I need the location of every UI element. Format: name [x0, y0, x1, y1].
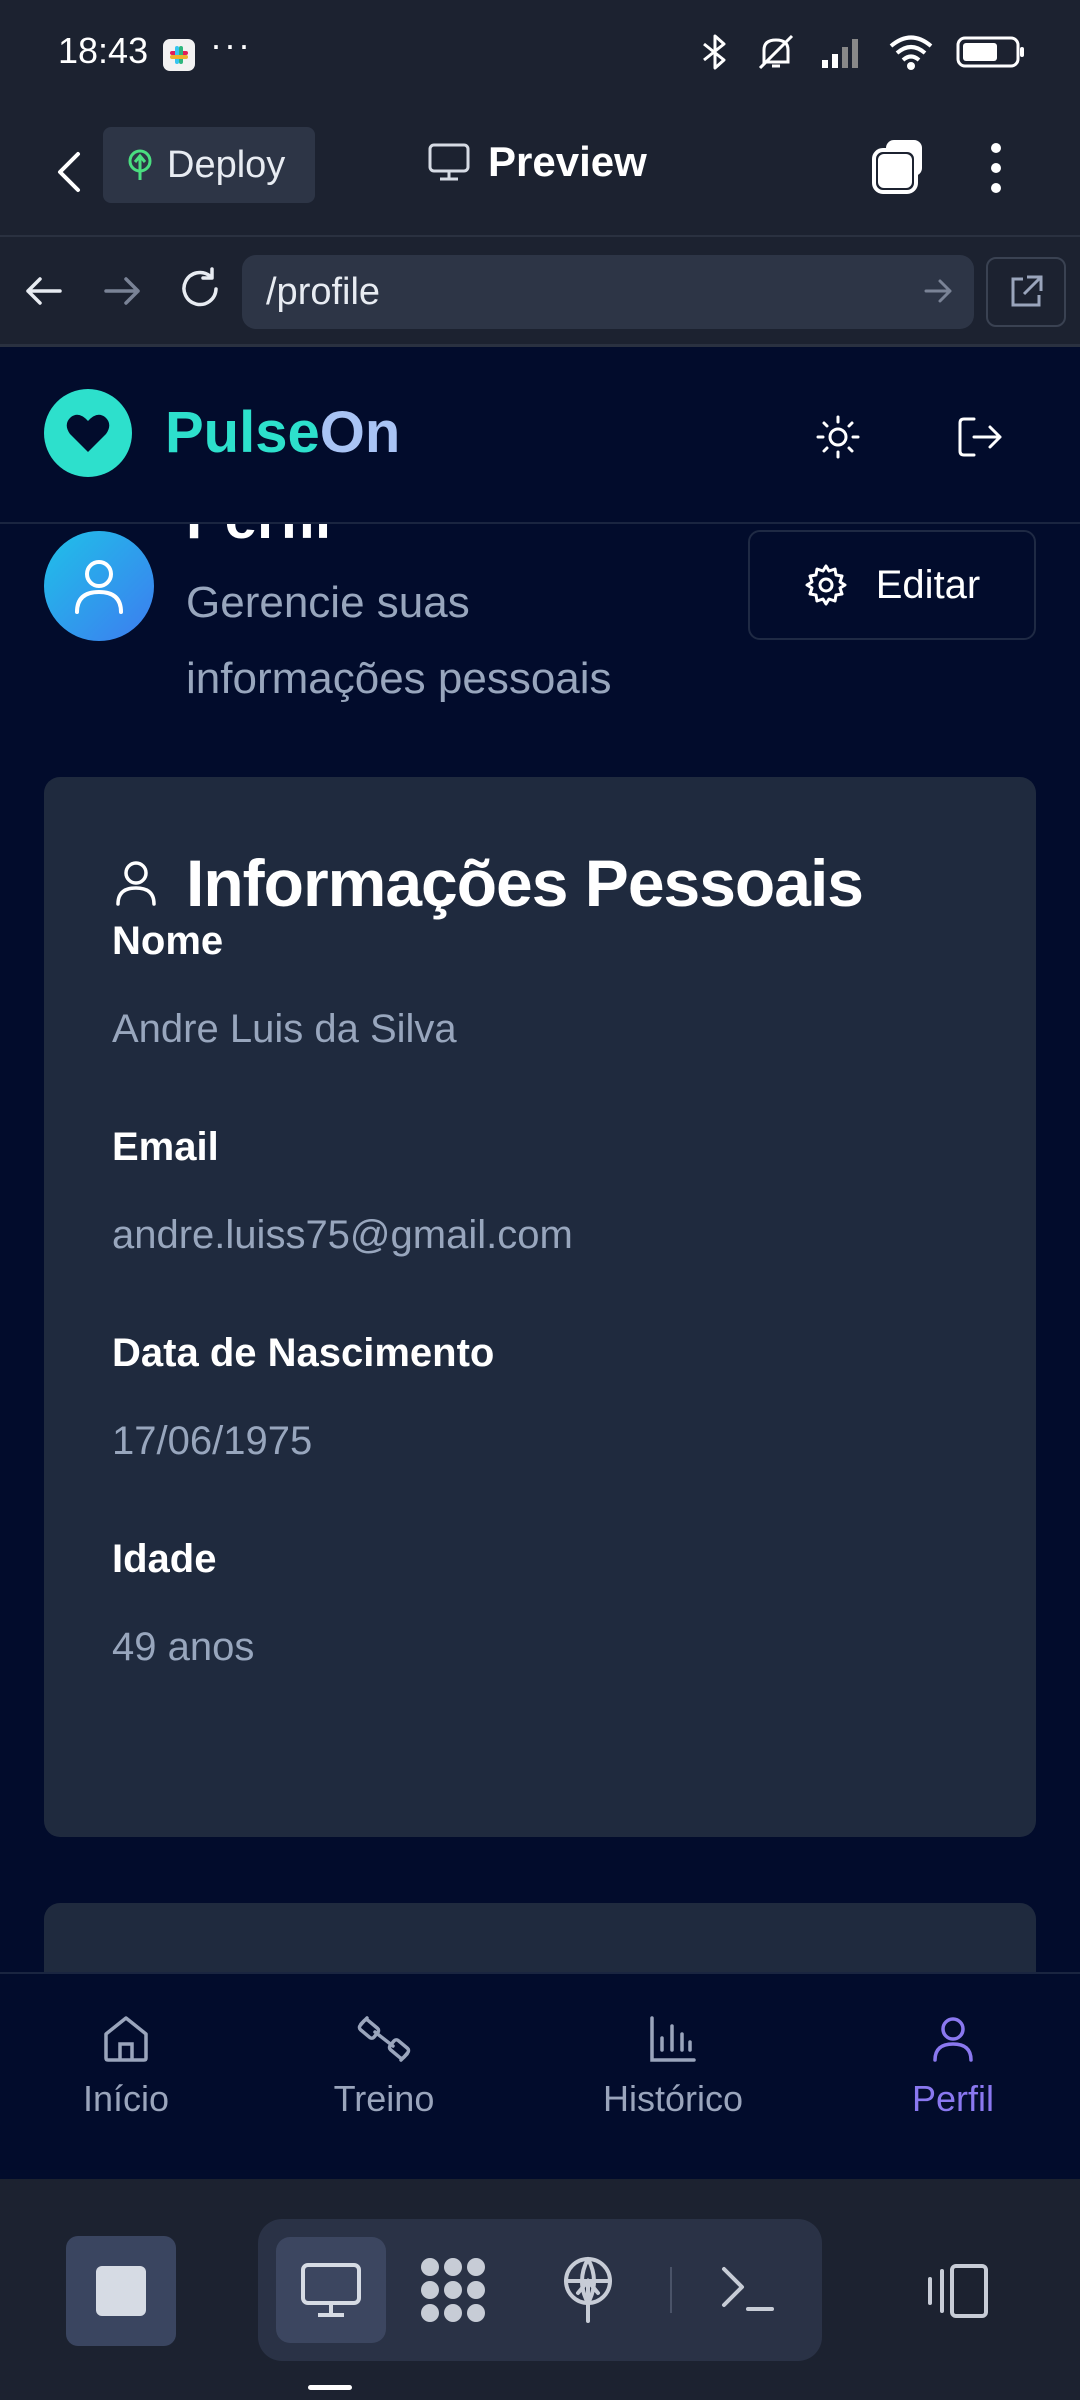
wifi-icon — [889, 35, 933, 70]
nav-label-perfil: Perfil — [911, 2078, 995, 2119]
url-text: /profile — [266, 270, 381, 313]
nav-item-perfil[interactable]: Perfil — [853, 2014, 1053, 2120]
page-subtitle: Gerencie suas informações pessoais — [186, 578, 612, 703]
nav-label-historico: Histórico — [602, 2078, 744, 2119]
reload-icon[interactable] — [176, 265, 224, 313]
nav-item-historico[interactable]: Histórico — [573, 2014, 773, 2120]
slack-icon — [162, 38, 196, 72]
edit-label: Editar — [875, 562, 981, 607]
heart-logo-icon — [44, 389, 132, 477]
field-value-age: 49 anos — [112, 1625, 255, 1669]
nav-label-treino: Treino — [333, 2078, 435, 2119]
field-label-age: Idade — [112, 1537, 217, 1581]
preview-title: Preview — [428, 138, 647, 186]
battery-icon — [956, 36, 1024, 68]
system-dock — [0, 2179, 1080, 2400]
card-title: Informações Pessoais — [114, 845, 864, 921]
edit-button[interactable]: Editar — [748, 530, 1036, 640]
card-title-text: Informações Pessoais — [186, 846, 864, 920]
monitor-icon — [428, 143, 470, 181]
apps-icon[interactable] — [418, 2255, 488, 2325]
bluetooth-icon — [703, 34, 726, 70]
field-label-email: Email — [112, 1125, 219, 1169]
signal-icon — [822, 39, 858, 68]
home-icon — [104, 2016, 148, 2062]
app-header: Deploy Preview — [0, 110, 1080, 235]
back-button[interactable] — [48, 142, 88, 202]
dock-separator — [670, 2267, 672, 2313]
tabs-icon[interactable] — [868, 136, 928, 196]
nav-item-inicio[interactable]: Início — [26, 2014, 226, 2120]
deploy-button[interactable]: Deploy — [103, 127, 315, 203]
web-viewport: PulseOn Perfil Gerencie suas informações… — [0, 347, 1080, 2179]
nav-item-treino[interactable]: Treino — [284, 2014, 484, 2120]
url-bar: /profile — [0, 235, 1080, 347]
personal-info-card: Informações Pessoais Nome Andre Luis da … — [44, 777, 1036, 1837]
gear-icon — [805, 564, 847, 606]
dock-group — [258, 2219, 822, 2361]
avatar — [44, 531, 154, 641]
deploy-label: Deploy — [167, 143, 286, 186]
status-overflow: ··· — [210, 24, 252, 65]
dumbbell-icon — [357, 2016, 411, 2062]
url-input[interactable]: /profile — [242, 255, 974, 329]
deploy-globe-icon[interactable] — [558, 2255, 618, 2325]
field-label-birthdate: Data de Nascimento — [112, 1331, 495, 1375]
nav-label-inicio: Início — [82, 2078, 170, 2119]
open-external-button[interactable] — [986, 257, 1066, 327]
stop-icon — [96, 2266, 146, 2316]
status-bar: 18:43 ··· — [0, 0, 1080, 110]
user-icon — [75, 560, 123, 614]
field-label-nome: Nome — [112, 919, 224, 963]
mute-icon — [758, 34, 794, 70]
browser-forward-icon[interactable] — [100, 269, 144, 313]
monitor-icon — [301, 2263, 361, 2317]
preview-label: Preview — [488, 138, 647, 185]
home-indicator[interactable] — [308, 2385, 352, 2390]
site-header: PulseOn — [0, 347, 1080, 524]
field-value-birthdate: 17/06/1975 — [112, 1419, 313, 1463]
deploy-icon — [128, 149, 152, 180]
site-logo[interactable]: PulseOn — [165, 399, 400, 466]
external-link-icon — [1011, 275, 1043, 307]
user-icon — [116, 861, 156, 906]
terminal-icon[interactable] — [720, 2259, 776, 2319]
browser-back-icon[interactable] — [22, 269, 66, 313]
monitor-tab-button[interactable] — [276, 2237, 386, 2343]
field-value-email: andre.luiss75@gmail.com — [112, 1213, 573, 1257]
bar-chart-icon — [650, 2016, 696, 2062]
logout-icon[interactable] — [956, 413, 1006, 461]
bottom-nav: Início Treino Histórico Perfil — [0, 1972, 1080, 2179]
more-options-icon[interactable] — [978, 138, 1014, 198]
status-time: 18:43 — [58, 30, 149, 71]
user-icon — [933, 2017, 973, 2062]
sun-icon[interactable] — [814, 413, 862, 461]
go-arrow-icon[interactable] — [922, 275, 954, 307]
split-view-icon[interactable] — [924, 2263, 990, 2319]
stop-button[interactable] — [66, 2236, 176, 2346]
status-icons — [698, 32, 1026, 72]
field-value-nome: Andre Luis da Silva — [112, 1007, 457, 1051]
